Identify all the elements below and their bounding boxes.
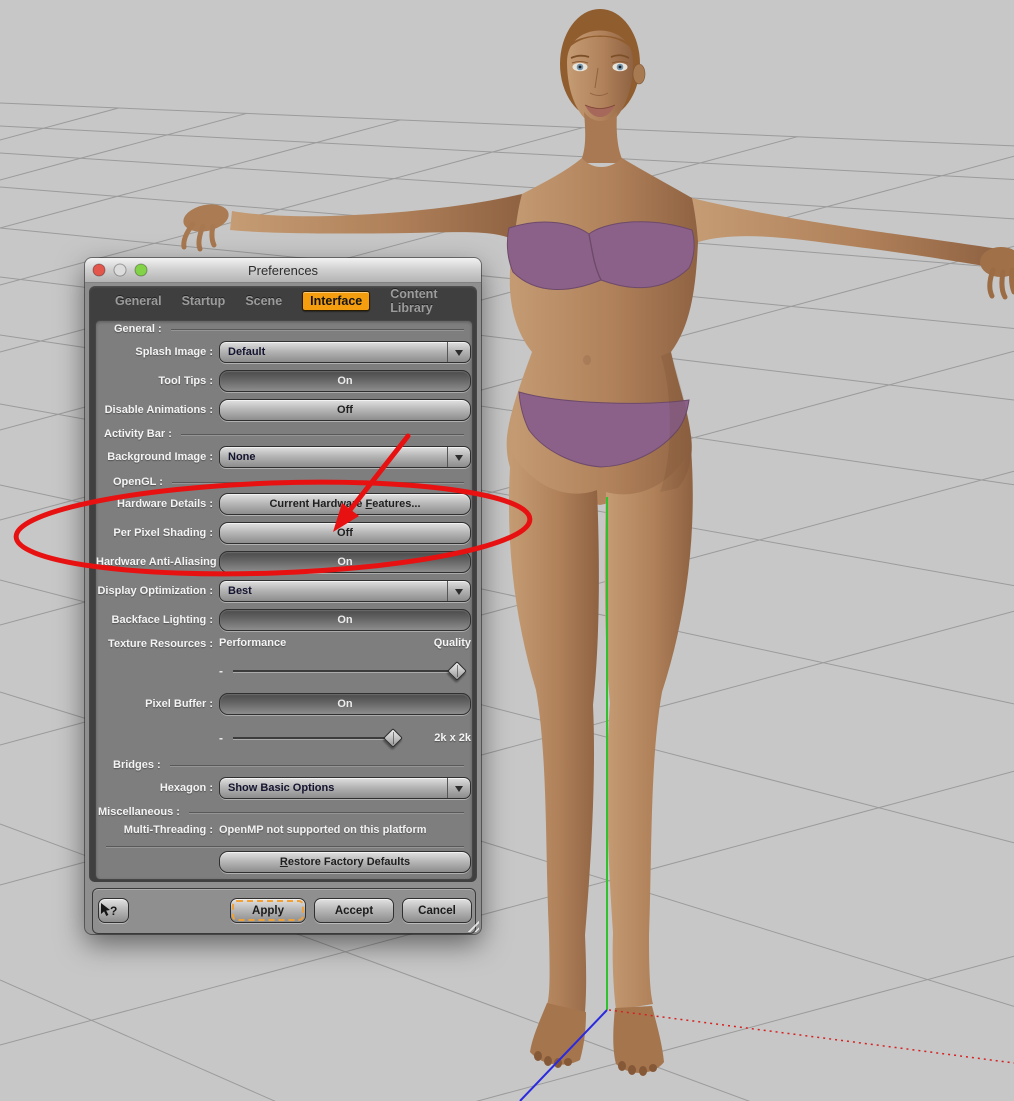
row-background-image: Background Image : None xyxy=(96,446,472,468)
zoom-button[interactable] xyxy=(134,263,148,277)
splash-image-dropdown[interactable]: Default xyxy=(219,341,471,363)
slider-track[interactable] xyxy=(233,670,457,672)
hardware-anti-aliasing-toggle[interactable]: On xyxy=(219,551,471,573)
row-splash-image: Splash Image : Default xyxy=(96,341,472,363)
dialog-frame: General Startup Scene Interface Content … xyxy=(89,286,477,882)
row-pixel-buffer: Pixel Buffer : On xyxy=(96,693,472,715)
viewport-3d[interactable]: Preferences General Startup Scene Interf… xyxy=(0,0,1014,1101)
tab-scene[interactable]: Scene xyxy=(245,294,282,308)
restore-factory-defaults-button[interactable]: Restore Factory Defaults xyxy=(219,851,471,873)
tab-content-library[interactable]: Content Library xyxy=(390,287,477,315)
section-general: General : xyxy=(96,322,472,336)
per-pixel-shading-toggle[interactable]: Off xyxy=(219,522,471,544)
accept-button[interactable]: Accept xyxy=(314,898,394,923)
hexagon-dropdown[interactable]: Show Basic Options xyxy=(219,777,471,799)
background-image-dropdown[interactable]: None xyxy=(219,446,471,468)
row-multi-threading: Multi-Threading : OpenMP not supported o… xyxy=(123,824,427,836)
pixel-buffer-size-slider-handle[interactable] xyxy=(383,728,403,748)
figure-left-leg xyxy=(508,452,599,1012)
preferences-window: Preferences General Startup Scene Interf… xyxy=(85,258,481,934)
close-button[interactable] xyxy=(92,263,106,277)
current-hardware-features-button[interactable]: Current Hardware Features... xyxy=(219,493,471,515)
tool-tips-toggle[interactable]: On xyxy=(219,370,471,392)
title-bar[interactable]: Preferences xyxy=(85,258,481,283)
slider-track[interactable] xyxy=(233,737,399,739)
chevron-down-icon xyxy=(447,778,470,798)
row-restore-defaults: Restore Factory Defaults xyxy=(96,851,472,873)
chevron-down-icon xyxy=(447,342,470,362)
row-display-optimization: Display Optimization : Best xyxy=(96,580,472,602)
disable-animations-toggle[interactable]: Off xyxy=(219,399,471,421)
axis-x-red xyxy=(608,1009,1014,1064)
pixel-buffer-toggle[interactable]: On xyxy=(219,693,471,715)
chevron-down-icon xyxy=(447,581,470,601)
apply-button[interactable]: Apply xyxy=(230,898,306,923)
traffic-lights xyxy=(92,263,148,277)
row-backface-lighting: Backface Lighting : On xyxy=(96,609,472,631)
tab-interface[interactable]: Interface xyxy=(302,291,371,311)
figure-ear xyxy=(632,63,646,85)
section-opengl: OpenGL : xyxy=(96,475,472,489)
cursor-help-icon: ? xyxy=(101,903,117,918)
section-miscellaneous: Miscellaneous : xyxy=(96,805,472,819)
figure-left-arm xyxy=(230,194,522,240)
backface-lighting-toggle[interactable]: On xyxy=(219,609,471,631)
svg-text:?: ? xyxy=(110,904,117,918)
texture-resources-scale: Performance Quality xyxy=(219,637,471,649)
context-help-button[interactable]: ? xyxy=(98,898,129,923)
row-tool-tips: Tool Tips : On xyxy=(96,370,472,392)
section-activity-bar: Activity Bar : xyxy=(96,427,472,441)
texture-resources-slider: - xyxy=(219,661,471,681)
figure-right-arm xyxy=(692,198,998,268)
tab-startup[interactable]: Startup xyxy=(182,294,226,308)
chevron-down-icon xyxy=(447,447,470,467)
section-bridges: Bridges : xyxy=(96,758,472,772)
tab-bar: General Startup Scene Interface Content … xyxy=(89,286,477,316)
row-hexagon: Hexagon : Show Basic Options xyxy=(96,777,472,799)
dialog-footer: ? Apply Accept Cancel xyxy=(92,888,476,934)
cancel-button[interactable]: Cancel xyxy=(402,898,472,923)
row-disable-animations: Disable Animations : Off xyxy=(96,399,472,421)
window-title: Preferences xyxy=(247,262,319,278)
divider-line xyxy=(106,846,464,847)
minimize-button[interactable] xyxy=(113,263,127,277)
row-per-pixel-shading: Per Pixel Shading : Off xyxy=(96,522,472,544)
display-optimization-dropdown[interactable]: Best xyxy=(219,580,471,602)
row-hardware-anti-aliasing: Hardware Anti-Aliasing : On xyxy=(96,551,472,573)
pixel-buffer-size-slider: - 2k x 2k xyxy=(219,728,471,748)
row-hardware-details: Hardware Details : Current Hardware Feat… xyxy=(96,493,472,515)
interface-settings-panel: General : Splash Image : Default Tool Ti… xyxy=(95,320,473,880)
texture-resources-slider-handle[interactable] xyxy=(447,661,467,681)
figure-right-leg xyxy=(604,448,693,1010)
tab-general[interactable]: General xyxy=(115,294,162,308)
